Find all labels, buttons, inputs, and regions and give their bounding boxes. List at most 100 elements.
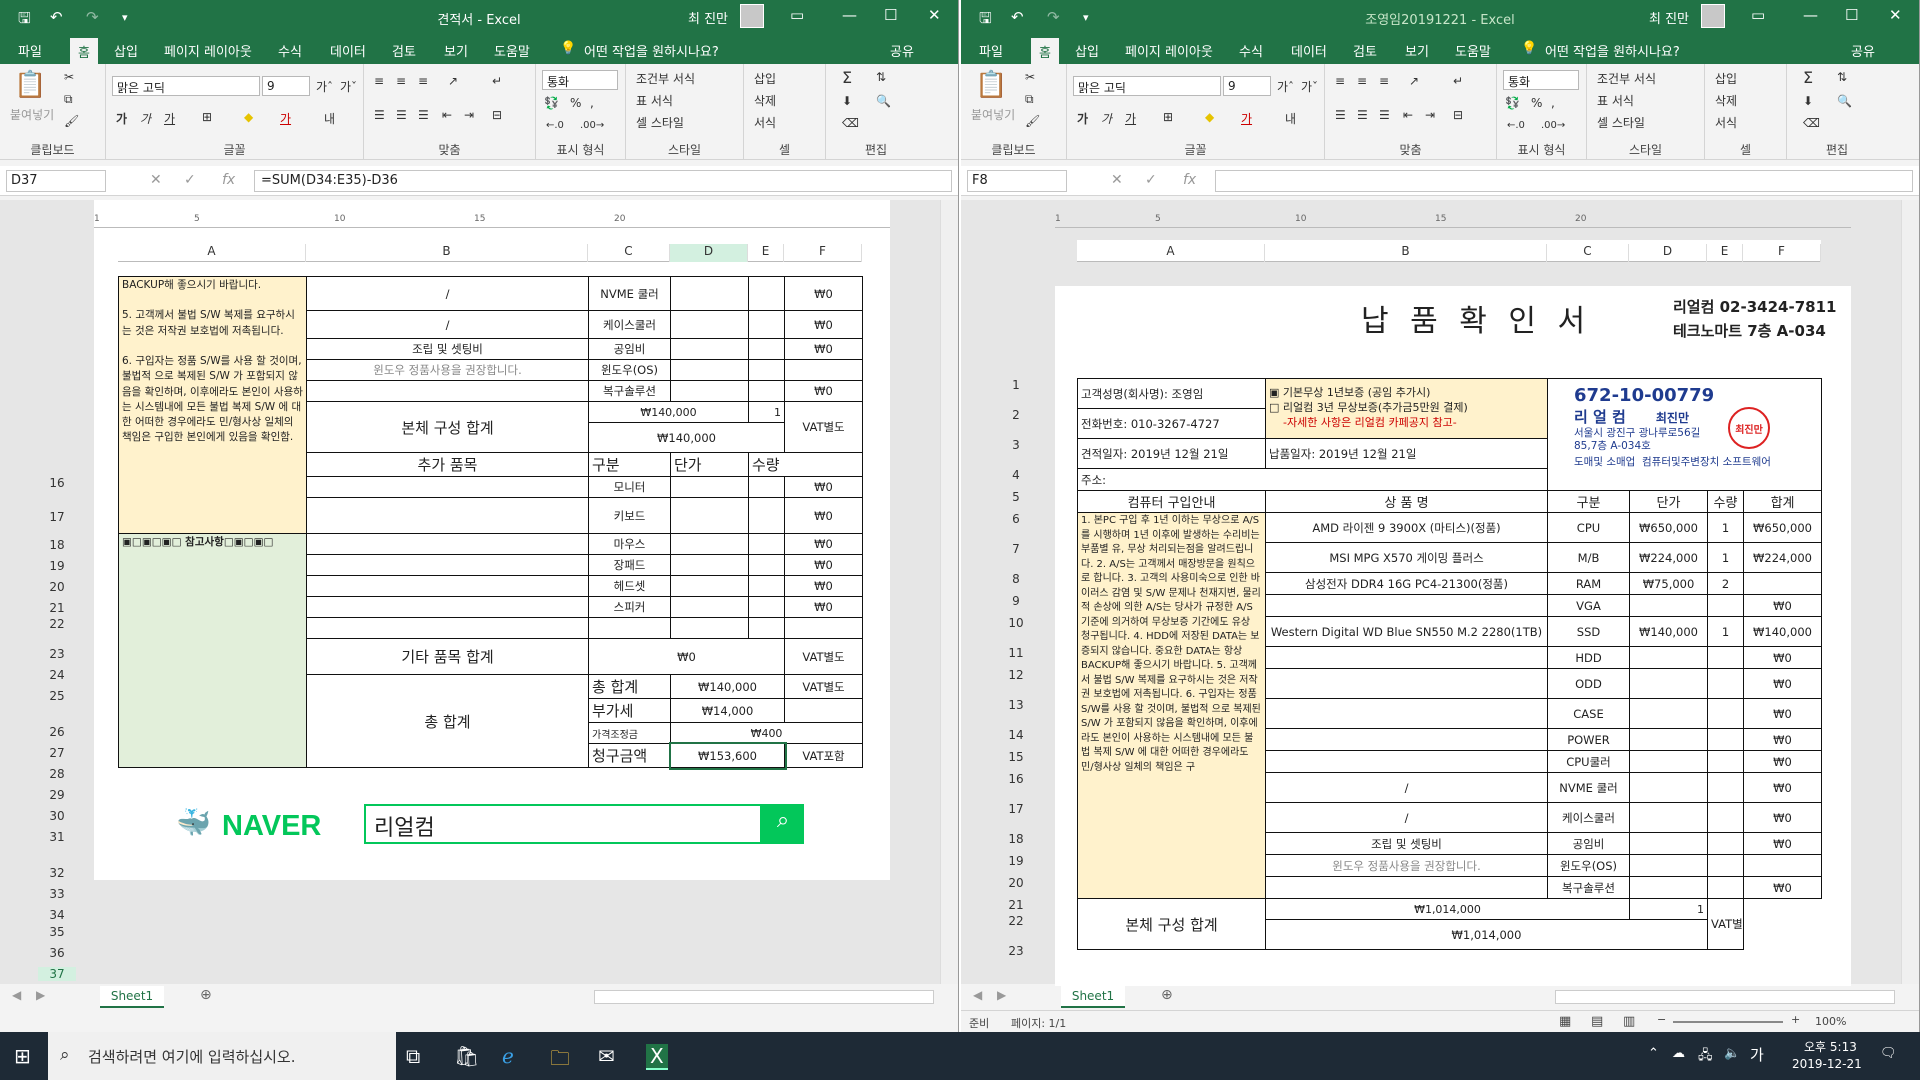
price-cell[interactable]: ₩224,000 xyxy=(1629,542,1708,573)
sum-label[interactable]: 총 합계 xyxy=(588,674,671,699)
cell-e16[interactable] xyxy=(748,276,785,311)
tab-scroll-right-icon[interactable]: ▶ xyxy=(997,988,1006,1002)
align-center-icon[interactable]: ☰ xyxy=(396,108,407,122)
price-cell[interactable] xyxy=(1629,876,1708,899)
align-right-icon[interactable]: ☰ xyxy=(418,108,429,122)
category-cell[interactable]: SSD xyxy=(1547,616,1630,647)
cell-d31[interactable] xyxy=(670,617,749,639)
tab-formulas[interactable]: 수식 xyxy=(278,41,302,60)
close-icon[interactable]: ✕ xyxy=(1889,6,1902,24)
row-header[interactable]: 19 xyxy=(38,559,76,573)
font-color-icon[interactable]: 가 xyxy=(280,110,291,127)
row-header[interactable]: 5 xyxy=(997,490,1035,504)
cell-f16[interactable]: ₩0 xyxy=(784,276,863,311)
find-select-icon[interactable]: 🔍 xyxy=(1837,94,1852,108)
format-painter-icon[interactable]: 🖌 xyxy=(1025,114,1040,128)
product-name-cell[interactable]: Western Digital WD Blue SN550 M.2 2280(1… xyxy=(1265,616,1548,647)
price-cell[interactable] xyxy=(1629,698,1708,729)
ribbon-display-icon[interactable]: ▭ xyxy=(1751,6,1765,24)
category-cell[interactable]: CPU쿨러 xyxy=(1547,750,1630,773)
cell-f26[interactable]: ₩0 xyxy=(784,497,863,534)
normal-view-icon[interactable]: ▦ xyxy=(1559,1014,1571,1029)
cell-f35[interactable] xyxy=(784,698,863,723)
body-total-qty[interactable]: 1 xyxy=(1629,898,1708,920)
row-header[interactable]: 17 xyxy=(38,510,76,524)
total-cell[interactable]: ₩0 xyxy=(1742,646,1823,669)
row-header[interactable]: 28 xyxy=(38,767,76,781)
cancel-icon[interactable]: ✕ xyxy=(1111,172,1123,188)
col-header-b[interactable]: B xyxy=(306,244,588,262)
cell-e26[interactable] xyxy=(748,497,785,534)
extra-qty-header[interactable]: 수량 xyxy=(748,452,863,477)
cell-b16[interactable]: / xyxy=(306,276,589,311)
cell-d25[interactable] xyxy=(670,476,749,498)
cell-d28[interactable] xyxy=(670,554,749,576)
cell-c27[interactable]: 마우스 xyxy=(588,533,671,555)
row-header[interactable]: 30 xyxy=(38,809,76,823)
naver-search-input[interactable]: 리얼컴 xyxy=(364,804,762,844)
cancel-icon[interactable]: ✕ xyxy=(150,172,162,188)
body-total-value[interactable]: ₩140,000 xyxy=(588,401,749,423)
taskbar-search[interactable]: 검색하려면 여기에 입력하십시오. xyxy=(48,1032,396,1080)
price-cell[interactable] xyxy=(1629,832,1708,855)
user-name[interactable]: 최 진만 xyxy=(688,8,728,27)
warranty-cell[interactable]: ▣ 기본무상 1년보증 (공임 추가시) □ 리얼컴 3년 무상보증(추가금5만… xyxy=(1265,378,1548,439)
accounting-icon[interactable]: 💱 xyxy=(1505,96,1520,110)
task-view-icon[interactable]: ⧉ xyxy=(406,1044,420,1068)
cell-d18[interactable] xyxy=(670,338,749,360)
cell-e18[interactable] xyxy=(748,338,785,360)
name-box[interactable]: D37 xyxy=(6,170,106,192)
minimize-icon[interactable]: — xyxy=(1803,6,1818,24)
qty-cell[interactable]: 1 xyxy=(1707,542,1744,573)
cell-f25[interactable]: ₩0 xyxy=(784,476,863,498)
body-total-value[interactable]: ₩1,014,000 xyxy=(1265,898,1630,920)
cell-b19[interactable]: 윈도우 정품사용을 권장합니다. xyxy=(306,359,589,381)
qty-header[interactable]: 수량 xyxy=(1707,490,1744,513)
price-cell[interactable] xyxy=(1629,854,1708,877)
qty-cell[interactable]: 1 xyxy=(1707,616,1744,647)
show-hidden-icon[interactable]: ⌃ xyxy=(1648,1046,1659,1061)
cell-b28[interactable] xyxy=(306,554,589,576)
row-header[interactable]: 20 xyxy=(997,876,1035,890)
border-icon[interactable]: ⊞ xyxy=(1163,110,1173,124)
ie-icon[interactable]: ℯ xyxy=(502,1044,514,1068)
sheet-tab-sheet1[interactable]: Sheet1 xyxy=(1061,986,1125,1008)
notes-cell[interactable]: 1. 본PC 구입 후 1년 이하는 무상으로 A/S를 시행하며 1년 이후에… xyxy=(1077,512,1266,899)
row-header[interactable]: 32 xyxy=(38,866,76,880)
insert-function-icon[interactable]: fx xyxy=(1183,172,1196,188)
shrink-font-icon[interactable]: 가ˇ xyxy=(340,78,357,95)
row-header[interactable]: 37 xyxy=(38,967,76,981)
zoom-slider[interactable] xyxy=(1673,1021,1783,1023)
conditional-format-button[interactable]: 조건부 서식 xyxy=(636,70,695,87)
extra-items-header[interactable]: 추가 품목 xyxy=(306,452,589,477)
cell-e28[interactable] xyxy=(748,554,785,576)
cell-f28[interactable]: ₩0 xyxy=(784,554,863,576)
body-vat-note[interactable]: VAT별도 xyxy=(784,401,863,453)
clock-date[interactable]: 2019-12-21 xyxy=(1792,1057,1862,1071)
phonetic-icon[interactable]: 내 xyxy=(324,110,335,127)
category-cell[interactable]: 윈도우(OS) xyxy=(1547,854,1630,877)
tab-help[interactable]: 도움말 xyxy=(494,41,530,60)
underline-icon[interactable]: 가 xyxy=(1125,110,1136,127)
cell-c31[interactable] xyxy=(588,617,671,639)
etc-total-value[interactable]: ₩0 xyxy=(588,638,785,675)
formula-input[interactable]: =SUM(D34:E35)-D36 xyxy=(254,170,952,192)
cut-icon[interactable]: ✂ xyxy=(64,70,74,84)
row-header[interactable]: 34 xyxy=(38,908,76,922)
category-cell[interactable]: CPU xyxy=(1547,512,1630,543)
wrap-text-icon[interactable]: ↵ xyxy=(1453,74,1463,88)
bill-vat-note[interactable]: VAT포함 xyxy=(784,743,863,768)
number-format-select[interactable]: 통화 xyxy=(1503,70,1579,90)
excel-taskbar-icon[interactable]: X xyxy=(646,1044,668,1070)
col-header-c[interactable]: C xyxy=(588,244,670,262)
increase-indent-icon[interactable]: ⇥ xyxy=(1425,108,1435,122)
vertical-scrollbar[interactable] xyxy=(1901,200,1919,984)
align-left-icon[interactable]: ☰ xyxy=(1335,108,1346,122)
cell-d16[interactable] xyxy=(670,276,749,311)
merge-center-icon[interactable]: ⊟ xyxy=(1453,108,1463,122)
category-cell[interactable]: M/B xyxy=(1547,542,1630,573)
row-header[interactable]: 13 xyxy=(997,698,1035,712)
windows-start-icon[interactable]: ⊞ xyxy=(14,1044,31,1068)
cell-d20[interactable] xyxy=(670,380,749,402)
row-header[interactable]: 2 xyxy=(997,408,1035,422)
